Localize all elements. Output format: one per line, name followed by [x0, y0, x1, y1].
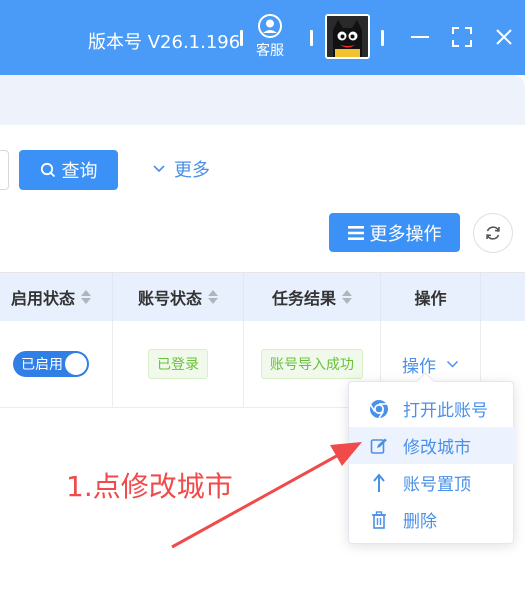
menu-item-label: 删除	[403, 512, 437, 532]
column-enable-status[interactable]: 启用状态	[0, 272, 113, 321]
more-filters-toggle[interactable]: 更多	[152, 156, 210, 182]
table-row: 已启用	[0, 321, 113, 408]
menu-item-pin-top[interactable]: 账号置顶	[349, 464, 515, 501]
refresh-icon	[486, 226, 500, 240]
version-label: 版本号 V26.1.196	[88, 32, 241, 53]
account-status-badge: 已登录	[148, 349, 208, 379]
filter-input[interactable]	[0, 150, 9, 190]
title-separator	[381, 30, 384, 46]
annotation-text: 1.点修改城市	[66, 470, 233, 503]
title-separator	[240, 30, 243, 46]
chrome-icon	[369, 399, 389, 419]
menu-item-open-account[interactable]: 打开此账号	[349, 390, 515, 427]
menu-item-label: 修改城市	[403, 438, 471, 458]
column-label: 任务结果	[271, 288, 336, 308]
close-button[interactable]	[491, 24, 517, 50]
action-dropdown-menu: 打开此账号 修改城市 账号置顶 删除	[348, 381, 515, 544]
more-operations-label: 更多操作	[369, 223, 442, 245]
sort-icon[interactable]	[208, 289, 218, 304]
table-cell: 已登录	[113, 321, 244, 408]
menu-item-label: 打开此账号	[403, 401, 488, 421]
column-account-status[interactable]: 账号状态	[113, 272, 244, 321]
avatar[interactable]	[325, 14, 370, 59]
arrow-up-icon	[369, 472, 389, 493]
menu-item-delete[interactable]: 删除	[349, 501, 515, 538]
minimize-icon	[411, 36, 429, 38]
maximize-button[interactable]	[449, 24, 475, 50]
trash-icon	[369, 510, 389, 530]
sort-icon[interactable]	[81, 289, 91, 304]
title-separator	[310, 30, 313, 46]
column-actions: 操作	[381, 272, 481, 321]
customer-service-button[interactable]: 客服	[252, 14, 288, 60]
minimize-button[interactable]	[407, 24, 433, 50]
more-operations-button[interactable]: 更多操作	[329, 213, 460, 252]
column-label: 启用状态	[10, 288, 75, 308]
column-task-result[interactable]: 任务结果	[244, 272, 381, 321]
menu-item-edit-city[interactable]: 修改城市	[349, 427, 515, 464]
row-action-label: 操作	[402, 356, 436, 377]
edit-icon	[369, 436, 389, 456]
customer-service-icon	[258, 14, 282, 38]
menu-item-label: 账号置顶	[403, 475, 471, 495]
toggle-knob	[65, 353, 87, 375]
task-result-badge: 账号导入成功	[261, 349, 363, 379]
row-action-dropdown[interactable]: 操作	[402, 352, 459, 377]
more-filters-label: 更多	[174, 160, 210, 181]
refresh-button[interactable]	[473, 213, 513, 253]
chevron-down-icon	[153, 165, 165, 173]
query-button-label: 查询	[61, 161, 98, 182]
enable-toggle[interactable]: 已启用	[13, 351, 89, 377]
column-label: 账号状态	[137, 288, 202, 308]
chevron-down-icon	[446, 360, 459, 368]
close-icon	[496, 29, 512, 45]
title-bar: 版本号 V26.1.196 客服	[0, 0, 525, 75]
sort-icon[interactable]	[342, 289, 352, 304]
maximize-icon	[452, 27, 472, 47]
query-button[interactable]: 查询	[19, 150, 118, 190]
menu-icon	[347, 225, 364, 240]
tab-strip	[0, 75, 525, 125]
search-icon	[40, 162, 55, 178]
column-label: 操作	[414, 288, 447, 308]
enable-toggle-label: 已启用	[21, 357, 63, 373]
customer-service-label: 客服	[256, 43, 284, 59]
